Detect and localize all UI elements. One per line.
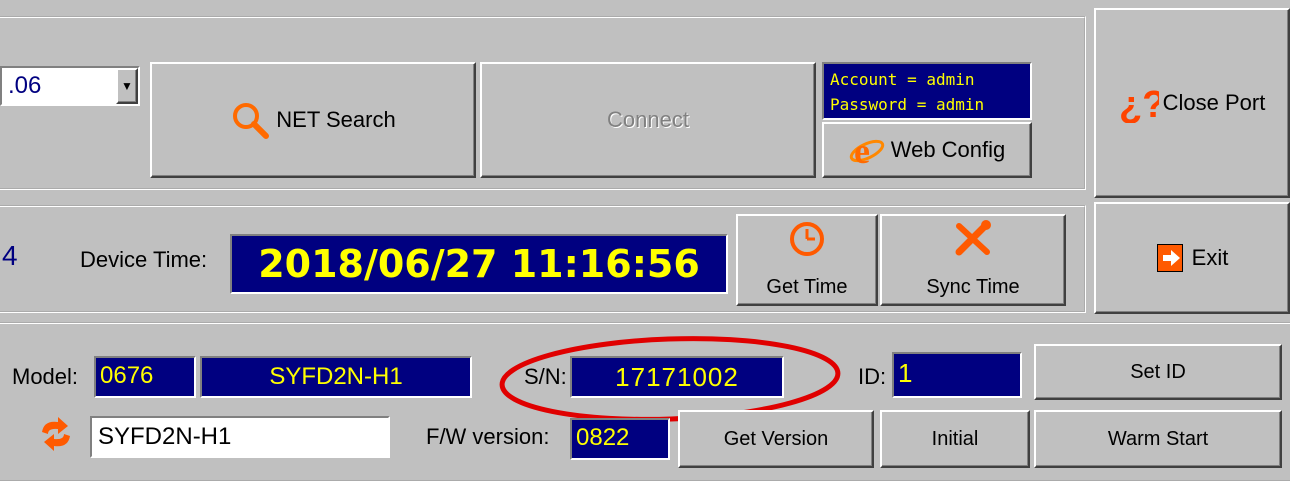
id-field[interactable]: 1: [892, 352, 1022, 398]
refresh-icon[interactable]: [38, 414, 74, 454]
device-time-value: 2018/06/27 11:16:56: [258, 242, 700, 286]
device-name-input[interactable]: SYFD2N-H1: [90, 416, 390, 458]
set-id-button[interactable]: Set ID: [1034, 344, 1282, 400]
search-icon: [233, 103, 270, 139]
sync-time-button[interactable]: Sync Time: [880, 214, 1066, 306]
combo-dropdown-button[interactable]: ▼: [116, 68, 138, 104]
exit-button[interactable]: Exit: [1094, 202, 1290, 314]
ip-combo[interactable]: .06 ▼: [0, 66, 140, 106]
warm-start-button[interactable]: Warm Start: [1034, 410, 1282, 468]
account-text: Account = admin: [830, 70, 975, 89]
exit-door-icon: [1156, 244, 1183, 272]
fw-version-value: 0822: [576, 424, 630, 451]
model-code-field: 0676: [94, 356, 196, 398]
device-name-value: SYFD2N-H1: [98, 423, 232, 450]
net-search-button[interactable]: NET Search: [150, 62, 476, 178]
clock-icon: [790, 222, 824, 256]
initial-label: Initial: [931, 427, 979, 450]
model-name-field: SYFD2N-H1: [200, 356, 472, 398]
model-label: Model:: [12, 364, 79, 389]
device-time-label: Device Time:: [80, 247, 208, 272]
initial-button[interactable]: Initial: [880, 410, 1030, 468]
disconnect-icon: ¿?: [1119, 84, 1159, 123]
id-label: ID:: [858, 364, 887, 389]
close-port-button[interactable]: ¿? Close Port: [1094, 8, 1290, 198]
password-text: Password = admin: [830, 95, 985, 114]
connect-label: Connect: [607, 107, 689, 132]
close-port-label: Close Port: [1162, 90, 1266, 115]
get-version-label: Get Version: [723, 427, 829, 450]
time-left-fragment: 4: [2, 240, 18, 271]
web-config-label: Web Config: [890, 137, 1006, 162]
id-value: 1: [898, 358, 913, 388]
get-version-button[interactable]: Get Version: [678, 410, 874, 468]
device-time-display: 2018/06/27 11:16:56: [230, 234, 728, 294]
sync-time-label: Sync Time: [926, 276, 1020, 298]
exit-label: Exit: [1191, 245, 1229, 270]
wrench-screwdriver-icon: [955, 220, 991, 256]
get-time-button[interactable]: Get Time: [736, 214, 878, 306]
web-config-button[interactable]: e Web Config: [822, 122, 1032, 178]
credentials-box: Account = admin Password = admin: [822, 62, 1032, 120]
model-code-value: 0676: [100, 362, 154, 389]
net-search-label: NET Search: [276, 107, 396, 132]
fw-version-field: 0822: [570, 418, 670, 460]
set-id-label: Set ID: [1130, 360, 1186, 383]
ip-combo-value: .06: [8, 72, 42, 99]
model-name-value: SYFD2N-H1: [269, 363, 403, 390]
warm-start-label: Warm Start: [1107, 427, 1209, 450]
svg-text:¿?: ¿?: [1119, 84, 1159, 123]
svg-text:e: e: [854, 132, 870, 168]
ie-browser-icon: e: [849, 132, 884, 168]
get-time-label: Get Time: [766, 276, 848, 298]
fw-version-label: F/W version:: [426, 424, 550, 449]
connect-button[interactable]: Connect: [480, 62, 816, 178]
